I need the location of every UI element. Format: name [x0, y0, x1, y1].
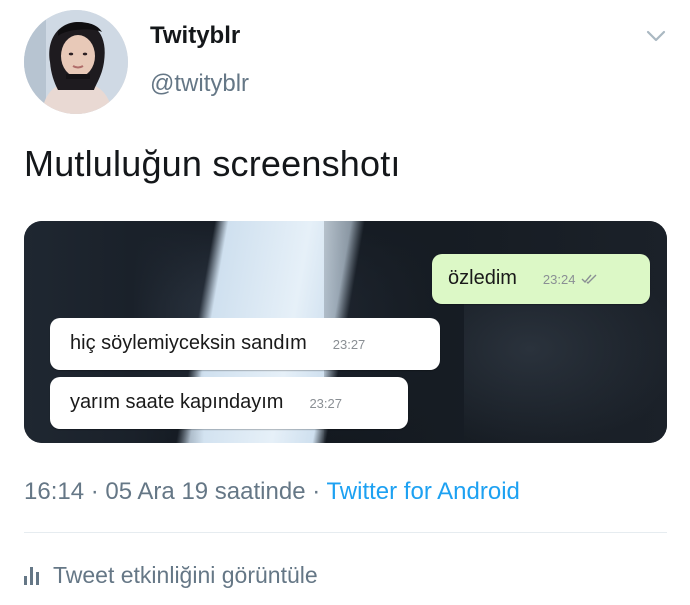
- avatar-photo: [24, 10, 128, 114]
- author-avatar[interactable]: [24, 10, 128, 114]
- chat-message-text: yarım saate kapındayım: [70, 391, 284, 413]
- chat-message-text: özledim: [448, 267, 517, 289]
- tweet-media-image[interactable]: özledim 23:24 hiç söylemiyceksin sandım …: [24, 221, 667, 443]
- chat-message-time: 23:24: [542, 272, 576, 287]
- author-handle[interactable]: @twityblr: [150, 70, 249, 98]
- chat-message-text: hiç söylemiyceksin sandım: [70, 332, 307, 354]
- tweet-text: Mutluluğun screenshotı: [24, 143, 401, 184]
- chevron-down-icon: [646, 30, 666, 42]
- chat-bubble-incoming: yarım saate kapındayım 23:27: [50, 377, 408, 429]
- meta-separator: ·: [305, 478, 327, 505]
- author-display-name[interactable]: Twityblr: [150, 22, 240, 50]
- tweet-activity-label: Tweet etkinliğini görüntüle: [53, 562, 318, 588]
- chat-message-time: 23:27: [309, 396, 342, 411]
- tweet-menu-button[interactable]: [642, 26, 670, 46]
- tweet-timestamp[interactable]: 16:14 · 05 Ara 19 saatinde: [24, 478, 306, 505]
- tweet-activity-link[interactable]: Tweet etkinliğini görüntüle: [24, 562, 318, 589]
- chat-bubble-incoming: hiç söylemiyceksin sandım 23:27: [50, 318, 440, 370]
- bar-chart-icon: [24, 566, 39, 585]
- tweet-meta: 16:14 · 05 Ara 19 saatinde · Twitter for…: [24, 478, 520, 506]
- divider: [24, 532, 667, 533]
- read-check-icon: [581, 272, 599, 287]
- chat-bubble-outgoing: özledim 23:24: [432, 254, 650, 304]
- tweet-source-link[interactable]: Twitter for Android: [326, 478, 519, 505]
- photo-background-fold: [464, 281, 667, 443]
- chat-message-time: 23:27: [332, 337, 366, 352]
